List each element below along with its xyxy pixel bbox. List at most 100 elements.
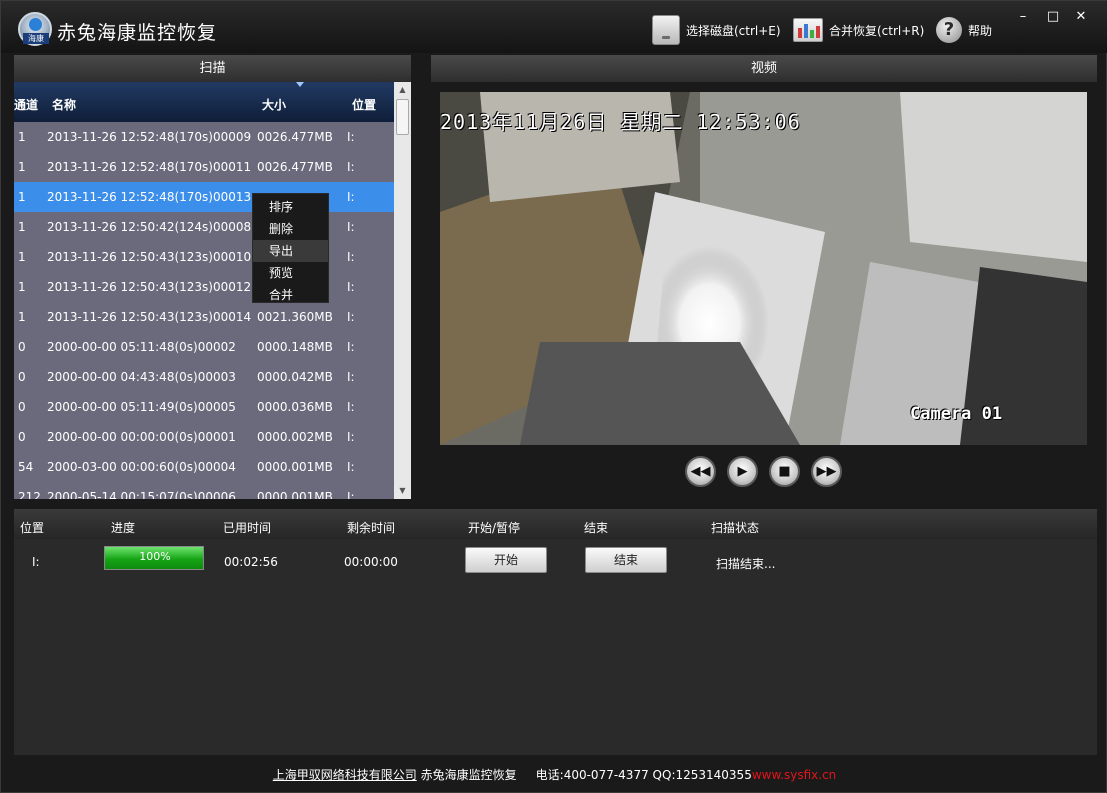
table-row[interactable]: 1 2013-11-26 12:52:48(170s)00013 I: (14, 182, 394, 212)
sort-arrow-icon (296, 82, 304, 87)
play-icon: ▶ (737, 464, 748, 479)
progress-bar: 100% (104, 546, 204, 570)
task-remaining: 00:00:00 (344, 555, 398, 569)
cell-position: I: (347, 460, 355, 474)
cell-position: I: (347, 280, 355, 294)
footer-product: 赤兔海康监控恢复 (420, 768, 517, 782)
table-row[interactable]: 1 2013-11-26 12:50:42(124s)00008 I: (14, 212, 394, 242)
column-size[interactable]: 大小 (262, 96, 286, 113)
cell-channel: 1 (18, 310, 26, 324)
table-row[interactable]: 1 2013-11-26 12:50:43(123s)00010 I: (14, 242, 394, 272)
cell-size: 0000.001MB (257, 460, 333, 474)
scroll-thumb[interactable] (396, 99, 409, 135)
table-row[interactable]: 0 2000-00-00 05:11:48(0s)00002 0000.148MB I… (14, 332, 394, 362)
merge-recover-button[interactable]: 合并恢复(ctrl+R) (793, 15, 924, 45)
table-row[interactable]: 1 2013-11-26 12:52:48(170s)00011 0026.477M… (14, 152, 394, 182)
task-col-end: 结束 (584, 521, 609, 535)
end-button[interactable]: 结束 (585, 547, 667, 573)
fast-forward-button[interactable]: ▶▶ (811, 456, 842, 487)
table-row[interactable]: 1 2013-11-26 12:50:43(123s)00012 I: (14, 272, 394, 302)
play-button[interactable]: ▶ (727, 456, 758, 487)
video-preview: 2013年11月26日 星期二 12:53:06 Camera 01 (440, 92, 1087, 445)
menu-item-sort[interactable]: 排序 (253, 196, 328, 218)
task-col-remaining: 剩余时间 (347, 521, 396, 535)
cell-channel: 0 (18, 340, 26, 354)
footer-phone: 电话:400-077-4377 (535, 768, 649, 782)
table-row[interactable]: 0 2000-00-00 04:43:48(0s)00003 0000.042MB I… (14, 362, 394, 392)
app-logo-icon: 海康 (18, 12, 52, 46)
minimize-button[interactable]: – (1010, 7, 1036, 27)
video-panel-header: 视频 (431, 55, 1097, 82)
cell-position: I: (347, 190, 355, 204)
cell-channel: 54 (18, 460, 34, 474)
cell-position: I: (347, 370, 355, 384)
cell-position: I: (347, 430, 355, 444)
table-row[interactable]: 212 2000-05-14 00:15:07(0s)00006 0000.001M… (14, 482, 394, 499)
table-row[interactable]: 54 2000-03-00 00:00:60(0s)00004 0000.001MB… (14, 452, 394, 482)
task-col-position: 位置 (20, 521, 45, 535)
table-row[interactable]: 1 2013-11-26 12:50:43(123s)00014 0021.360M… (14, 302, 394, 332)
task-col-status: 扫描状态 (711, 521, 760, 535)
scroll-up-icon[interactable]: ▲ (394, 82, 411, 98)
rewind-button[interactable]: ◀◀ (685, 456, 716, 487)
cell-channel: 1 (18, 130, 26, 144)
column-name[interactable]: 名称 (52, 96, 76, 113)
context-menu: 排序 删除 导出 预览 合并 (252, 193, 329, 303)
cell-position: I: (347, 250, 355, 264)
help-label: 帮助 (968, 23, 993, 38)
disk-icon (652, 15, 680, 45)
column-channel[interactable]: 通道 (14, 96, 38, 113)
list-scrollbar[interactable]: ▲ ▼ (394, 82, 411, 499)
cell-size: 0000.036MB (257, 400, 333, 414)
cell-name: 2013-11-26 12:50:43(123s)00010 (47, 250, 252, 264)
menu-item-preview[interactable]: 预览 (253, 262, 328, 284)
task-row: I: 100% 00:02:56 00:00:00 开始 结束 扫描结束... (14, 539, 1097, 589)
cell-size: 0000.042MB (257, 370, 333, 384)
cell-position: I: (347, 400, 355, 414)
cell-position: I: (347, 160, 355, 174)
select-disk-label: 选择磁盘(ctrl+E) (686, 23, 781, 38)
cell-channel: 212 (18, 490, 41, 499)
footer-company-link[interactable]: 上海甲驭网络科技有限公司 (273, 768, 417, 782)
cell-name: 2000-00-00 05:11:48(0s)00002 (47, 340, 236, 354)
menu-item-delete[interactable]: 删除 (253, 218, 328, 240)
footer-site-link[interactable]: www.sysfix.cn (752, 768, 836, 782)
video-osd-timestamp: 2013年11月26日 星期二 12:53:06 (440, 110, 801, 134)
help-button[interactable]: ? 帮助 (936, 15, 992, 45)
select-disk-button[interactable]: 选择磁盘(ctrl+E) (652, 15, 781, 45)
maximize-button[interactable]: □ (1040, 7, 1066, 27)
cell-name: 2000-05-14 00:15:07(0s)00006 (47, 490, 236, 499)
table-row[interactable]: 0 2000-00-00 05:11:49(0s)00005 0000.036MB I… (14, 392, 394, 422)
logo-play-icon (29, 18, 42, 31)
table-row[interactable]: 0 2000-00-00 00:00:00(0s)00001 0000.002MB I… (14, 422, 394, 452)
cell-channel: 0 (18, 400, 26, 414)
scroll-down-icon[interactable]: ▼ (394, 483, 411, 499)
progress-text: 100% (139, 550, 171, 563)
start-button[interactable]: 开始 (465, 547, 547, 573)
task-col-start-pause: 开始/暂停 (468, 521, 521, 535)
cell-position: I: (347, 310, 355, 324)
stop-button[interactable]: ■ (769, 456, 800, 487)
cell-size: 0026.477MB (257, 130, 333, 144)
cell-name: 2013-11-26 12:52:48(170s)00009 (47, 130, 252, 144)
title-bar: 海康 赤兔海康监控恢复 选择磁盘(ctrl+E) 合并恢复(ctrl+R) ? … (1, 1, 1107, 53)
menu-item-merge[interactable]: 合并 (253, 284, 328, 306)
scan-file-list: 通道 名称 大小 位置 1 2013-11-26 12:52:48(170s)00… (14, 82, 411, 499)
fast-forward-icon: ▶▶ (816, 464, 837, 479)
cell-channel: 1 (18, 250, 26, 264)
cell-size: 0000.001MB (257, 490, 333, 499)
cell-channel: 1 (18, 190, 26, 204)
help-icon: ? (936, 17, 962, 43)
menu-item-export[interactable]: 导出 (253, 240, 328, 262)
table-row[interactable]: 1 2013-11-26 12:52:48(170s)00009 0026.477M… (14, 122, 394, 152)
video-frame-image (440, 92, 1087, 445)
cell-name: 2013-11-26 12:50:42(124s)00008 (47, 220, 252, 234)
logo-text: 海康 (23, 33, 49, 44)
task-col-progress: 进度 (111, 521, 136, 535)
column-position[interactable]: 位置 (352, 96, 376, 113)
cell-channel: 0 (18, 430, 26, 444)
cell-name: 2000-00-00 04:43:48(0s)00003 (47, 370, 236, 384)
cell-position: I: (347, 130, 355, 144)
task-status: 扫描结束... (716, 557, 776, 571)
close-button[interactable]: ✕ (1068, 7, 1094, 27)
